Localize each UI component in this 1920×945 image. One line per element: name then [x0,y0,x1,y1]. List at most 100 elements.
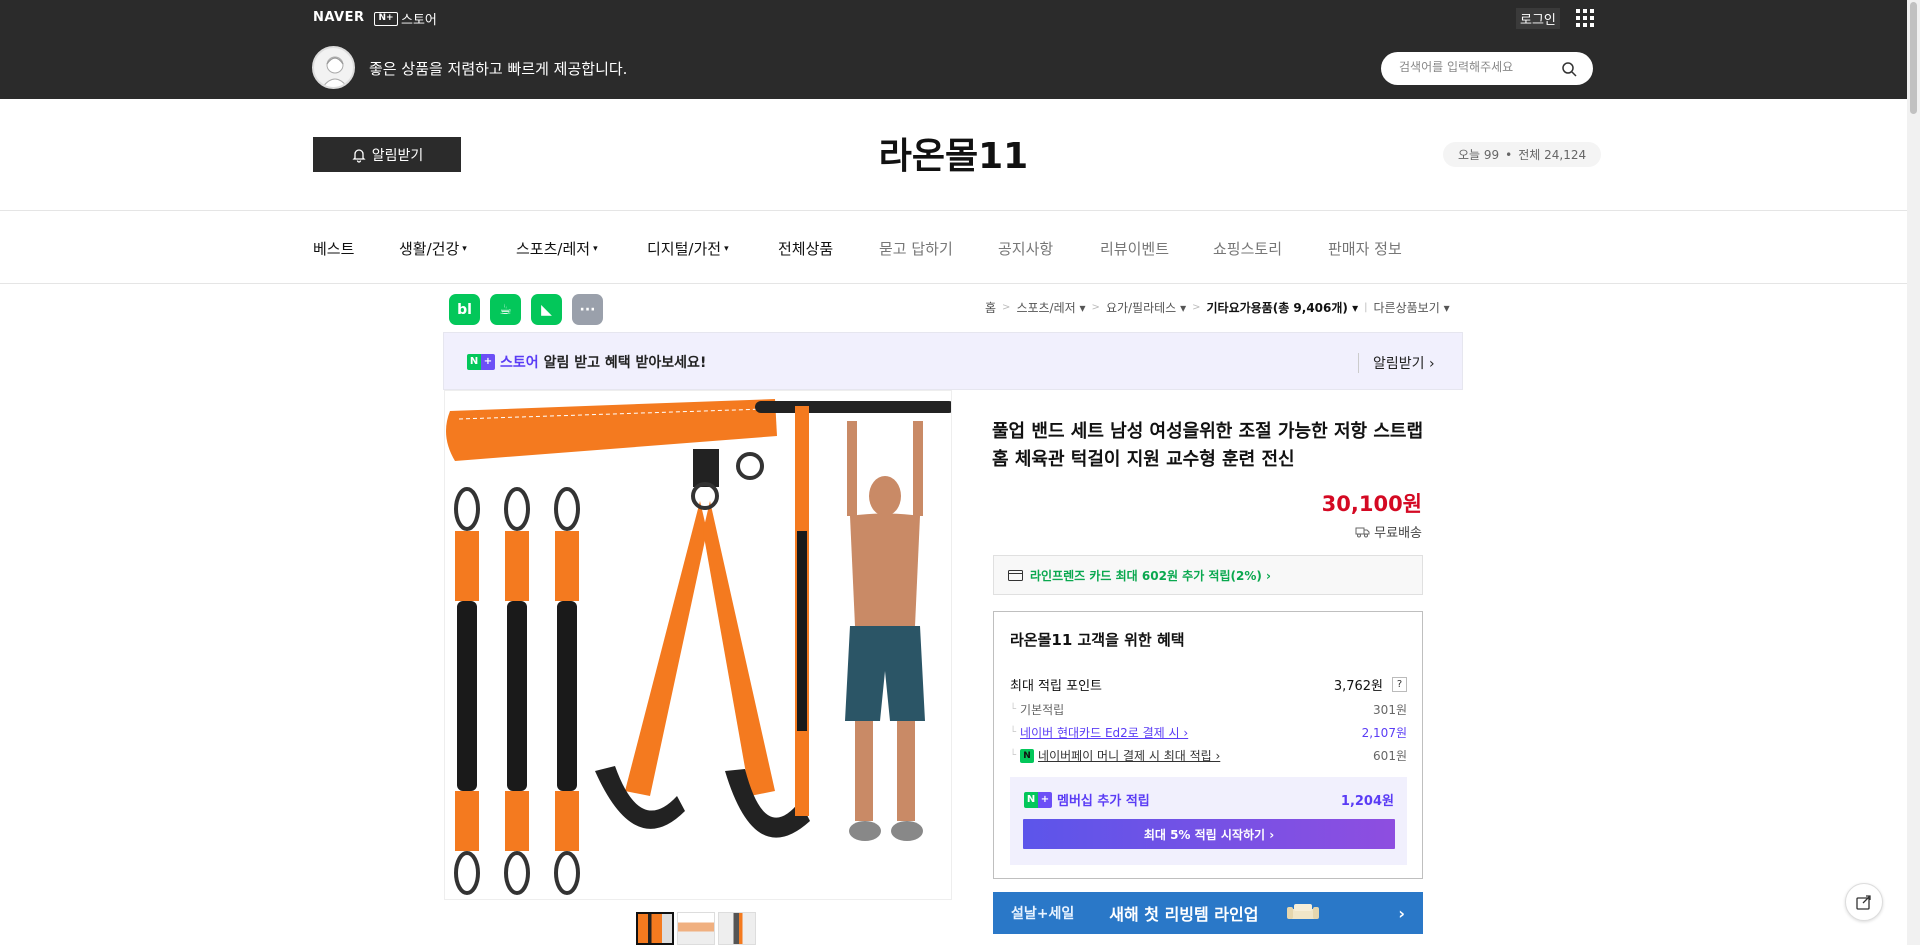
chevron-down-icon: ▾ [724,243,729,254]
ad-banner-title: 새해 첫 리빙템 라인업 [1109,905,1259,924]
scrollbar-thumb[interactable] [1910,2,1917,114]
promo-message: N + 스토어 알림 받고 혜택 받아보세요! [467,352,706,372]
search-input[interactable] [1399,60,1559,74]
promo-text: 알림 받고 혜택 받아보세요! [543,355,707,371]
nav-item-seller-info[interactable]: 판매자 정보 [1328,238,1402,259]
chevron-down-icon: ▾ [1079,301,1086,315]
membership-value: 1,204원 [1340,794,1394,809]
shipping-info: 무료배송 [1200,522,1422,541]
nav-label: 리뷰이벤트 [1100,240,1170,258]
npay-money-link[interactable]: 네이버페이 머니 결제 시 최대 적립 › [1038,747,1220,764]
breadcrumb-current[interactable]: 기타요가용품(총 9,406개) ▾ [1206,299,1358,316]
nav-item-qna[interactable]: 묻고 답하기 [879,238,953,259]
card-offer-row[interactable]: 라인프렌즈 카드 최대 602원 추가 적립(2%) › [993,555,1423,595]
max-points-row: 최대 적립 포인트 3,762원? [1010,675,1407,694]
hyundai-card-value: 2,107원 [1361,726,1407,740]
tree-branch-icon: └ [1010,704,1017,715]
store-title[interactable]: 라온몰11 [0,127,1907,179]
nplus-badge-icon: N + [467,354,495,370]
benefit-title: 라온몰11 고객을 위한 혜택 [1010,631,1185,649]
card-offer-text: 라인프렌즈 카드 최대 602원 추가 적립(2%) › [1030,568,1271,583]
membership-start-button[interactable]: 최대 5% 적립 시작하기 › [1023,819,1395,849]
breadcrumb-divider: | [1364,302,1368,313]
share-icons: bl ☕ ◣ ··· [449,294,603,325]
breadcrumb-label: 요가/필라테스 [1105,301,1177,315]
nplus-store-label: 스토어 [401,13,437,28]
search-icon[interactable] [1561,61,1577,77]
truck-icon [1355,527,1370,537]
product-main-image[interactable] [444,390,952,900]
customer-benefit-box: 라온몰11 고객을 위한 혜택 최대 적립 포인트 3,762원? └ 기본적립 … [993,611,1423,879]
basic-points-row: └ 기본적립 301원 [1010,701,1407,718]
naver-logo[interactable]: NAVER [313,10,365,25]
chevron-right-icon: › [1398,903,1405,923]
nav-item-digital[interactable]: 디지털/가전 ▾ [647,238,729,259]
sofa-icon [1287,904,1320,919]
promo-store-label: 스토어 [500,355,539,371]
help-icon[interactable]: ? [1392,677,1407,692]
nav-item-best[interactable]: 베스트 [313,238,354,259]
nav-label: 판매자 정보 [1328,240,1402,258]
nav-item-notice[interactable]: 공지사항 [998,238,1053,259]
nav-item-all-products[interactable]: 전체상품 [778,238,833,259]
page-scrollbar[interactable] [1907,0,1920,945]
shipping-label: 무료배송 [1374,526,1422,541]
floating-share-button[interactable] [1845,883,1883,921]
nav-item-sports[interactable]: 스포츠/레저 ▾ [516,238,598,259]
thumbnail-2[interactable] [677,912,715,945]
cafe-share-icon[interactable]: ☕ [490,294,521,325]
thumbnail-1[interactable] [636,912,674,945]
ad-banner-tag: 설날+세일 [1011,906,1075,922]
visits-separator: • [1505,147,1513,162]
breadcrumb-home[interactable]: 홈 [985,299,996,316]
more-share-icon[interactable]: ··· [572,294,603,325]
breadcrumb-yoga[interactable]: 요가/필라테스 ▾ [1106,299,1186,316]
image-thumbnails [636,912,756,945]
max-points-label: 최대 적립 포인트 [1010,679,1102,694]
basic-points-label: 기본적립 [1020,703,1065,717]
promo-notify-link[interactable]: 알림받기 › [1358,353,1435,373]
npay-money-row: └ N 네이버페이 머니 결제 시 최대 적립 › 601원 [1010,747,1407,764]
login-button[interactable]: 로그인 [1516,8,1560,29]
max-points-value: 3,762원 [1333,679,1383,694]
product-title: 풀업 밴드 세트 남성 여성을위한 조절 가능한 저항 스트랩 홈 체육관 턱걸… [992,421,1424,470]
apps-grid-icon[interactable] [1576,9,1594,27]
blog-share-icon[interactable]: bl [449,294,480,325]
nav-item-shopping-story[interactable]: 쇼핑스토리 [1213,238,1282,259]
share-icon [1856,895,1871,910]
store-header: 알림받기 라온몰11 오늘 99 • 전체 24,124 [0,99,1907,211]
chevron-down-icon: ▾ [1180,301,1187,315]
membership-box: N + 멤버십 추가 적립 1,204원 최대 5% 적립 시작하기 › [1010,777,1407,865]
hyundai-card-row: └ 네이버 현대카드 Ed2로 결제 시 › 2,107원 [1010,724,1407,741]
nav-label: 스포츠/레저 [516,240,591,258]
visits-total: 전체 24,124 [1518,148,1587,162]
bookmark-share-icon[interactable]: ◣ [531,294,562,325]
nav-item-life-health[interactable]: 생활/건강 ▾ [399,238,467,259]
breadcrumb-label: 다른상품보기 [1373,301,1440,315]
hyundai-card-link[interactable]: 네이버 현대카드 Ed2로 결제 시 › [1020,724,1188,741]
membership-label: 멤버십 추가 적립 [1057,794,1150,809]
ad-banner[interactable]: 설날+세일 새해 첫 리빙템 라인업 › [993,892,1423,934]
breadcrumb-sports[interactable]: 스포츠/레저 ▾ [1016,299,1085,316]
visits-today: 오늘 99 [1458,148,1500,162]
visit-counter: 오늘 99 • 전체 24,124 [1443,142,1602,167]
nav-label: 묻고 답하기 [879,240,953,258]
nav-label: 베스트 [313,240,355,258]
thumbnail-3[interactable] [718,912,756,945]
chevron-down-icon: ▾ [1443,301,1450,315]
store-avatar[interactable] [312,46,355,89]
nav-label: 공지사항 [998,240,1054,258]
breadcrumb-label: 스포츠/레저 [1016,301,1076,315]
chevron-down-icon: ▾ [462,243,467,254]
other-products-dropdown[interactable]: 다른상품보기 ▾ [1374,299,1450,316]
nav-label: 생활/건강 [399,240,460,258]
nplus-logo-icon: N+ [374,11,398,26]
global-header: NAVER N+ 스토어 로그인 좋은 상품을 저렴하고 빠르게 제공합니다. [0,0,1907,99]
nplus-badge-icon: N + [1024,791,1052,808]
tree-branch-icon: └ [1010,727,1017,738]
nav-item-review-event[interactable]: 리뷰이벤트 [1100,238,1169,259]
product-price: 30,100원 [1321,492,1422,516]
credit-card-icon [1008,569,1023,581]
nplus-store-link[interactable]: N+ 스토어 [374,9,437,28]
nplus-promo-banner: N + 스토어 알림 받고 혜택 받아보세요! 알림받기 › [443,332,1463,390]
